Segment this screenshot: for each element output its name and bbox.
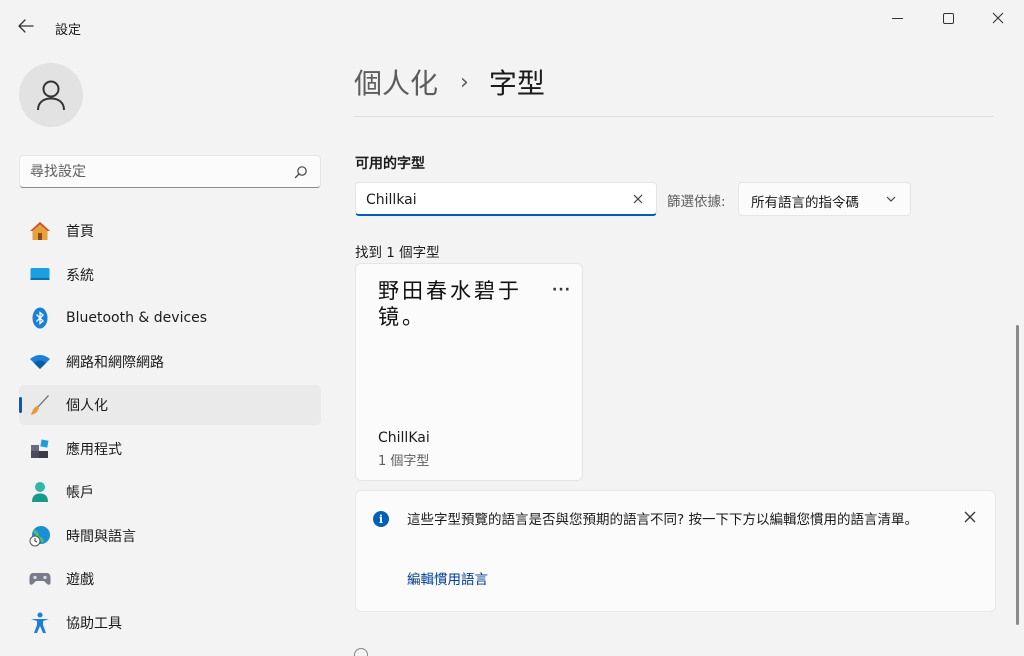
sidebar-item-apps[interactable]: 應用程式 [19,429,321,469]
sidebar-item-bluetooth[interactable]: Bluetooth & devices [19,298,321,338]
close-icon [992,12,1004,24]
language-info-bar: i 這些字型預覽的語言是否與您預期的語言不同? 按一下下方以編輯您慣用的語言清單… [355,490,996,612]
font-face-count: 1 個字型 [378,454,430,469]
settings-search[interactable] [19,155,321,188]
sidebar-item-label: 系統 [66,267,94,284]
font-preview: 野田春水碧于镜。 [378,279,522,329]
settings-window: 設定 尋找設定 首頁 系統 Bluetooth & devices 網路和網際網… [0,0,1024,656]
page-title: 字型 [488,67,545,100]
sidebar-item-time-language[interactable]: 時間與語言 [19,516,321,556]
globe-clock-icon [29,525,51,547]
filter-dropdown[interactable]: 所有語言的指令碼 [738,182,911,216]
back-button[interactable] [10,12,42,40]
scrollbar[interactable] [1016,325,1019,625]
partial-icon [354,648,368,656]
sidebar-item-home[interactable]: 首頁 [19,211,321,251]
sidebar-item-label: 個人化 [66,398,108,414]
close-icon [964,511,976,523]
sidebar-item-label: 時間與語言 [66,528,136,545]
maximize-icon [942,12,954,24]
account-icon [29,481,51,503]
avatar[interactable] [19,63,83,127]
bluetooth-icon [29,307,51,329]
search-icon[interactable] [294,165,308,179]
home-icon [29,220,51,242]
font-search[interactable] [355,182,657,216]
person-icon [37,80,65,111]
sidebar-item-label: 帳戶 [66,485,94,501]
sidebar-item-label: 遊戲 [66,572,94,588]
header-divider [354,116,994,117]
app-title: 設定 [55,23,82,38]
apps-icon [29,438,51,460]
breadcrumb-separator: › [460,69,469,95]
wifi-icon [29,351,51,373]
title-bar: 設定 [0,0,1024,48]
settings-search-input[interactable] [30,162,280,182]
dismiss-info-button[interactable] [960,507,980,527]
font-search-input[interactable] [366,190,616,210]
maximize-button[interactable] [925,0,971,36]
arrow-left-icon [18,19,34,33]
chevron-down-icon [886,196,896,202]
sidebar-item-label: 首頁 [66,224,94,240]
edit-preferred-languages-link[interactable]: 編輯慣用語言 [407,568,488,588]
sidebar-item-accessibility[interactable]: 協助工具 [19,603,321,643]
minimize-button[interactable] [874,0,920,36]
close-window-button[interactable] [975,0,1021,36]
breadcrumb-parent[interactable]: 個人化 [354,62,438,102]
gamepad-icon [29,568,51,590]
font-card[interactable]: 野田春水碧于镜。 ··· ChillKai 1 個字型 [355,263,583,481]
more-options-button[interactable]: ··· [552,282,571,298]
monitor-icon [29,264,51,286]
breadcrumb: 個人化 › 字型 [354,62,545,102]
paintbrush-icon [29,394,51,416]
sidebar-item-network[interactable]: 網路和網際網路 [19,342,321,382]
close-icon [633,194,643,204]
sidebar-item-accounts[interactable]: 帳戶 [19,472,321,512]
sidebar-nav: 首頁 系統 Bluetooth & devices 網路和網際網路 個人化 應用… [19,211,321,646]
section-title: 可用的字型 [355,156,425,172]
sidebar-item-label: 網路和網際網路 [66,354,164,371]
info-message: 這些字型預覽的語言是否與您預期的語言不同? 按一下下方以編輯您慣用的語言清單。 [407,512,918,528]
clear-search-button[interactable] [630,191,646,207]
sidebar-item-label: 應用程式 [66,441,122,458]
sidebar-item-system[interactable]: 系統 [19,255,321,295]
sidebar-item-personalization[interactable]: 個人化 [19,385,321,425]
info-icon: i [373,511,389,527]
filter-label: 篩選依據: [667,194,726,210]
filter-value: 所有語言的指令碼 [751,195,859,211]
minimize-icon [891,17,903,19]
results-count: 找到 1 個字型 [355,245,440,261]
sidebar-item-label: 協助工具 [66,615,122,632]
sidebar-item-gaming[interactable]: 遊戲 [19,559,321,599]
font-name: ChillKai [378,430,430,446]
accessibility-icon [29,612,51,634]
sidebar-item-label: Bluetooth & devices [66,310,208,326]
